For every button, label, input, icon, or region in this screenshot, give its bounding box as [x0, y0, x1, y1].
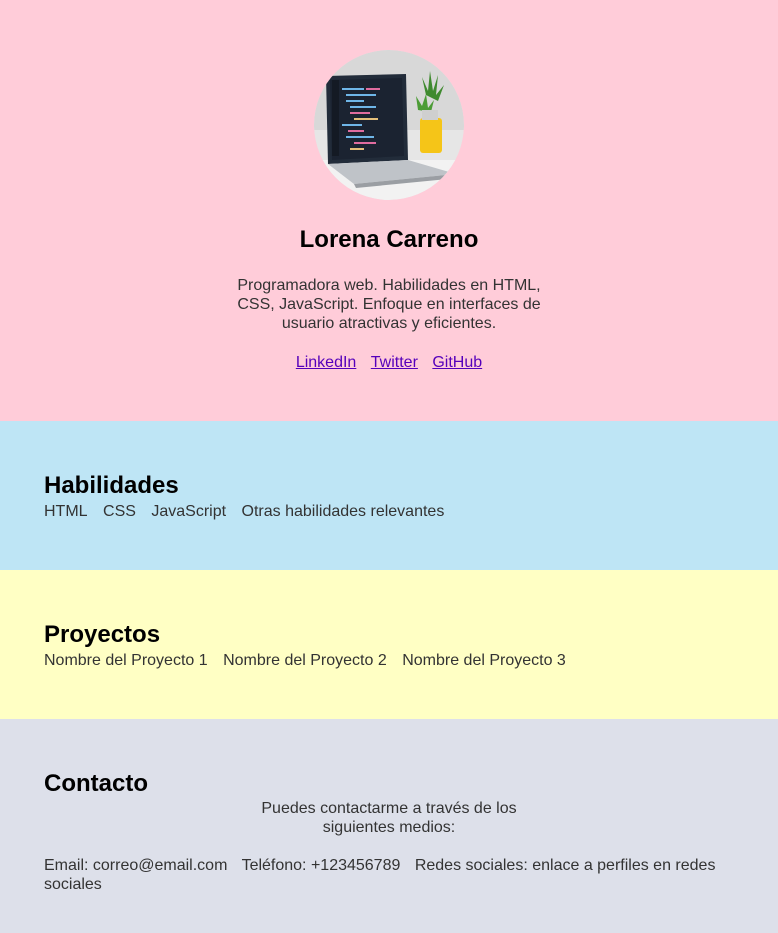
contact-title: Contacto [44, 770, 148, 797]
profile-bio: Programadora web. Habilidades en HTML, C… [237, 277, 541, 332]
skills-list: HTML CSS JavaScript Otras habilidades re… [44, 502, 734, 521]
linkedin-link[interactable]: LinkedIn [296, 354, 357, 371]
projects-list: Nombre del Proyecto 1 Nombre del Proyect… [44, 651, 734, 670]
contact-intro: Puedes contactarme a través de los sigui… [261, 800, 517, 836]
skill-item: CSS [103, 503, 136, 520]
profile-name: Lorena Carreno [299, 226, 479, 253]
skill-item: HTML [44, 503, 88, 520]
project-item: Nombre del Proyecto 1 [44, 652, 208, 669]
projects-title: Proyectos [44, 621, 161, 648]
avatar [314, 50, 464, 200]
contact-section: Contacto Puedes contactarme a través de … [0, 719, 778, 933]
github-link[interactable]: GitHub [432, 354, 482, 371]
profile-header: Lorena Carreno Programadora web. Habilid… [0, 0, 778, 421]
skill-item: Otras habilidades relevantes [241, 503, 445, 520]
project-item: Nombre del Proyecto 3 [402, 652, 566, 669]
contact-email: Email: correo@email.com [44, 857, 228, 874]
skills-section: Habilidades HTML CSS JavaScript Otras ha… [0, 421, 778, 570]
project-item: Nombre del Proyecto 2 [223, 652, 387, 669]
skill-item: JavaScript [151, 503, 227, 520]
contact-list: Email: correo@email.com Teléfono: +12345… [44, 856, 724, 894]
social-links: LinkedIn Twitter GitHub [0, 353, 778, 372]
skills-title: Habilidades [44, 472, 179, 499]
contact-phone: Teléfono: +123456789 [241, 857, 401, 874]
twitter-link[interactable]: Twitter [371, 354, 418, 371]
projects-section: Proyectos Nombre del Proyecto 1 Nombre d… [0, 570, 778, 719]
